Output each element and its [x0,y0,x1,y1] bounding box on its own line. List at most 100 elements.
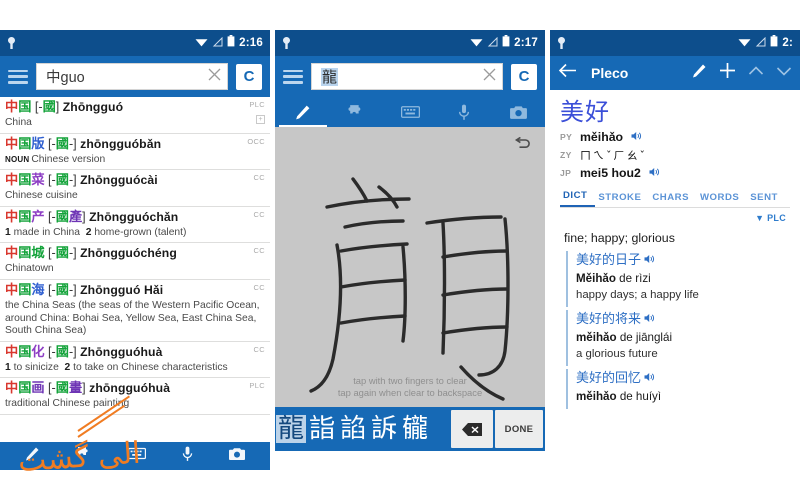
result-definition: Chinatown [5,263,54,275]
result-headword: 中国菜 [-國-] Zhōngguócài [5,173,158,189]
dictionary-badge: CC [253,246,265,256]
search-result-row[interactable]: 中国城 [-國-] Zhōngguóchéng Chinatown CC [0,243,270,280]
result-headword: 中国产 [-國產] Zhōngguóchǎn [5,209,179,225]
search-result-row[interactable]: 中国化 [-國-] Zhōngguóhuà 1 to sinicize 2 to … [0,342,270,379]
search-app-bar: 中guo C [0,56,270,97]
speaker-icon[interactable] [644,255,655,267]
speaker-icon[interactable] [649,167,660,179]
signal-icon [212,34,223,52]
tab-sent[interactable]: SENT [747,189,786,207]
candidate-character[interactable]: 詣 [307,415,337,443]
dictionary-badge: CC [253,282,265,292]
backspace-icon[interactable] [451,410,493,448]
candidate-character[interactable]: 訴 [369,415,399,443]
close-icon[interactable] [208,68,221,86]
dictionary-source-selector[interactable]: ▼ PLC [560,208,790,225]
done-button[interactable]: DONE [495,410,543,448]
panel-search-results: 2:16 中guo C 中国 [-國] Zhōngguó China PLC + 中国版… [0,30,270,470]
example-pinyin: měihǎo de jiānglái [576,331,673,344]
search-result-row[interactable]: 中国版 [-國-] zhōngguóbǎn NOUN Chinese version… [0,134,270,171]
example-translation: a glorious future [576,348,658,360]
handwriting-canvas[interactable]: tap with two fingers to clear tap again … [275,127,545,407]
dictionary-badge: OCC [247,136,265,146]
result-definition: traditional Chinese painting [5,398,130,410]
plus-icon[interactable] [719,62,736,84]
pronunciation-value: mei5 hou2 [580,165,641,180]
result-definition: the China Seas (the seas of the Western … [5,299,263,337]
pronunciation-value: ㄇㄟˇㄏㄠˇ [580,148,647,162]
search-input[interactable]: 中guo [36,63,228,90]
tab-radicals[interactable] [329,97,383,127]
dictionary-badge: CC [253,173,265,183]
dictionary-badge: CC [253,344,265,354]
chevron-up-icon[interactable] [748,64,764,82]
entry-action-icons [691,62,792,84]
battery-icon [227,34,235,52]
result-headword: 中国海 [-國-] Zhōngguó Hǎi [5,282,164,298]
search-query-hanzi: 龍 [321,68,339,86]
dictionary-badge: PLC [249,100,265,109]
result-definition: China [5,117,32,128]
handwriting-app-bar: 龍 C [275,56,545,97]
speaker-icon[interactable] [644,373,655,385]
pencil-icon[interactable] [691,63,707,84]
tab-dict[interactable]: DICT [560,187,596,207]
battery-icon [502,34,510,52]
panel-handwriting-input: 2:17 龍 C tap with two fingers to clear t… [275,30,545,470]
pronunciation-row: JP mei5 hou2 [560,165,790,180]
entry-app-bar: Pleco [550,56,800,90]
example-hanzi: 美好的日子 [576,252,790,271]
search-result-row[interactable]: 中国菜 [-國-] Zhōngguócài Chinese cuisine CC [0,170,270,207]
result-definition: NOUN Chinese version [5,153,106,165]
mode-button-c[interactable]: C [511,63,537,90]
source-label: PLC [767,213,786,223]
hamburger-menu-icon[interactable] [283,69,303,84]
example-pinyin: měihǎo de huíyì [576,390,662,403]
tab-handwriting[interactable] [275,97,329,127]
candidate-list[interactable]: 龍詣諂訴龓 [275,407,449,451]
chevron-down-icon[interactable] [776,64,792,82]
search-query-latin: guo [60,70,85,86]
add-to-list-icon[interactable]: + [256,115,265,124]
wifi-icon [195,34,208,52]
pronunciation-row: ZY ㄇㄟˇㄏㄠˇ [560,147,790,162]
microphone-icon[interactable] [182,446,193,467]
dictionary-badge: PLC [249,381,265,391]
result-headword: 中国化 [-國-] Zhōngguóhuà [5,344,163,360]
tab-keyboard[interactable] [383,97,437,127]
pronunciation-value: měihǎo [580,129,624,144]
camera-icon[interactable] [228,447,246,466]
status-indicators: 2: [738,34,793,52]
speaker-icon[interactable] [631,131,642,143]
signal-icon [487,34,498,52]
search-result-row[interactable]: 中国画 [-國畫] zhōngguóhuà traditional Chinese… [0,378,270,415]
back-arrow-icon[interactable] [558,63,577,83]
result-definition: Chinese cuisine [5,190,78,202]
mode-button-c[interactable]: C [236,63,262,90]
candidate-character[interactable]: 諂 [338,415,368,443]
pronunciation-row: PY měihǎo [560,129,790,144]
search-results-list[interactable]: 中国 [-國] Zhōngguó China PLC + 中国版 [-國-] zhōng… [0,97,270,442]
example-entry: 美好的日子 Měihǎo de rìzi happy days; a happy l… [566,251,790,307]
tab-voice[interactable] [437,97,491,127]
tab-camera[interactable] [491,97,545,127]
search-result-row[interactable]: 中国产 [-國產] Zhōngguóchǎn 1 made in China 2 … [0,207,270,244]
tab-stroke[interactable]: STROKE [595,189,649,207]
entry-tab-bar[interactable]: DICT STROKE CHARS WORDS SENT [560,187,790,208]
candidate-character[interactable]: 龓 [400,415,430,443]
canvas-hints: tap with two fingers to clear tap again … [275,375,545,399]
hamburger-menu-icon[interactable] [8,69,28,84]
page-title: Pleco [591,65,629,81]
search-result-row[interactable]: 中国 [-國] Zhōngguó China PLC + [0,97,270,134]
candidate-character[interactable]: 龍 [276,415,307,443]
close-icon[interactable] [483,68,496,86]
search-input[interactable]: 龍 [311,63,503,90]
speaker-icon[interactable] [644,314,655,326]
search-result-row[interactable]: 中国海 [-國-] Zhōngguó Hǎi the China Seas (th… [0,280,270,342]
input-method-tabs [275,97,545,127]
example-hanzi: 美好的回忆 [576,370,790,389]
status-bar: 2:16 [0,30,270,56]
tab-words[interactable]: WORDS [697,189,747,207]
tab-chars[interactable]: CHARS [649,189,697,207]
status-time: 2:16 [239,37,263,49]
